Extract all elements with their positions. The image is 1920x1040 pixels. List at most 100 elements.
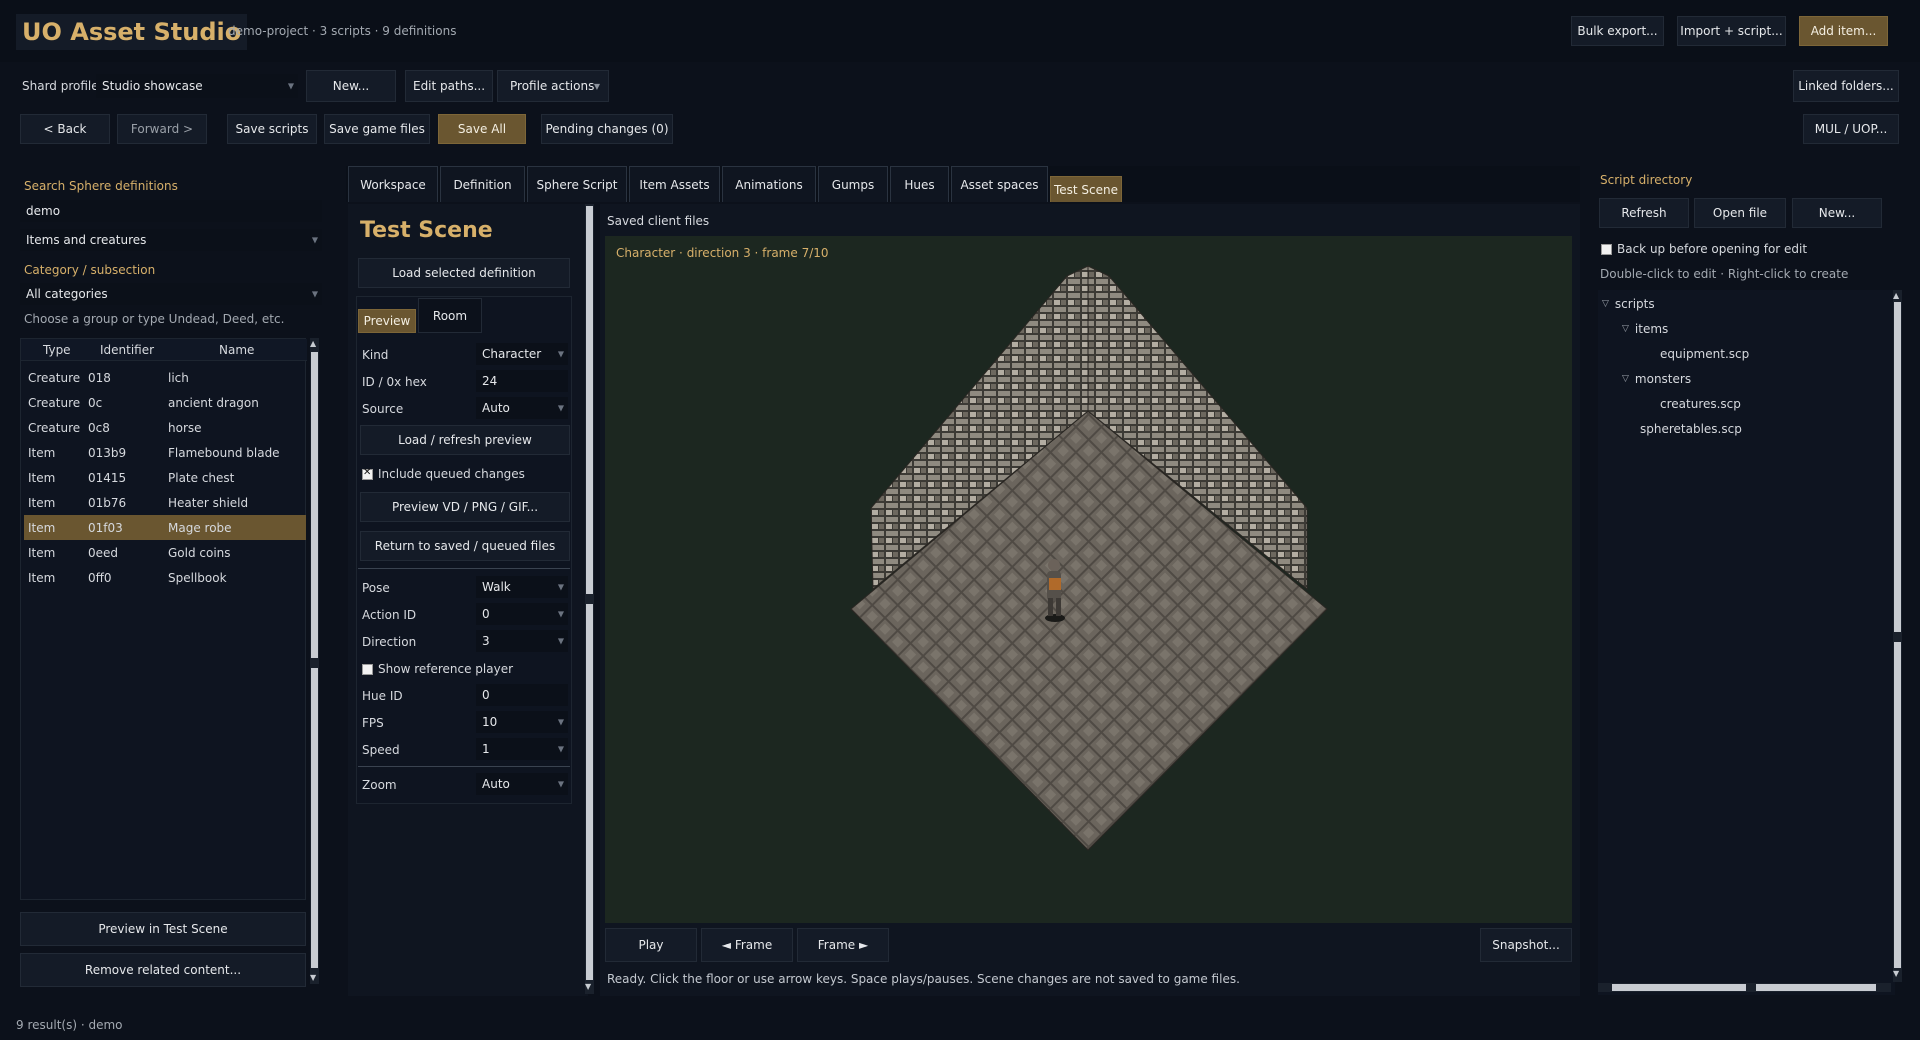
tree-scroll-thumb-lower[interactable] bbox=[1894, 642, 1901, 968]
tree-hscroll-thumb-right[interactable] bbox=[1756, 984, 1876, 991]
bulk-export-button[interactable]: Bulk export... bbox=[1571, 16, 1664, 46]
table-row[interactable]: Creature 0c8 horse bbox=[24, 415, 306, 440]
subtab-preview[interactable]: Preview bbox=[358, 309, 416, 333]
scroll-down-icon[interactable]: ▼ bbox=[1893, 969, 1899, 978]
source-select[interactable]: Auto ▼ bbox=[476, 397, 568, 419]
pose-select[interactable]: Walk ▼ bbox=[476, 576, 568, 598]
new-script-button[interactable]: New... bbox=[1792, 198, 1882, 228]
snapshot-button[interactable]: Snapshot... bbox=[1480, 928, 1572, 962]
tab-hues[interactable]: Hues bbox=[890, 166, 949, 202]
save-game-files-button[interactable]: Save game files bbox=[324, 114, 430, 144]
search-input[interactable]: demo bbox=[20, 200, 322, 222]
scope-select[interactable]: Items and creatures ▼ bbox=[20, 229, 322, 251]
profile-actions-button[interactable]: Profile actions ▼ bbox=[497, 70, 609, 102]
tree-hscroll-thumb[interactable] bbox=[1612, 984, 1746, 991]
hue-id-input[interactable]: 0 bbox=[476, 684, 568, 706]
tab-workspace[interactable]: Workspace bbox=[348, 166, 438, 202]
add-item-button[interactable]: Add item... bbox=[1799, 16, 1888, 46]
table-row[interactable]: Item 01f03 Mage robe bbox=[24, 515, 306, 540]
tree-file[interactable]: creatures.scp bbox=[1660, 397, 1741, 411]
shard-profile-select[interactable]: Studio showcase ▼ bbox=[96, 74, 298, 98]
cell-identifier: 01f03 bbox=[88, 520, 123, 535]
tab-item-assets[interactable]: Item Assets bbox=[629, 166, 720, 202]
table-row[interactable]: Item 01415 Plate chest bbox=[24, 465, 306, 490]
scroll-up-icon[interactable]: ▲ bbox=[1893, 291, 1899, 300]
scroll-down-icon[interactable]: ▼ bbox=[310, 973, 316, 982]
forward-button[interactable]: Forward > bbox=[117, 114, 207, 144]
table-row[interactable]: Item 0eed Gold coins bbox=[24, 540, 306, 565]
pending-changes-button[interactable]: Pending changes (0) bbox=[541, 114, 673, 144]
tree-file[interactable]: spheretables.scp bbox=[1640, 422, 1742, 436]
controls-scroll-thumb-lower[interactable] bbox=[586, 604, 593, 980]
checkbox-checked-icon[interactable] bbox=[362, 467, 373, 480]
zoom-select[interactable]: Auto ▼ bbox=[476, 773, 568, 795]
column-identifier[interactable]: Identifier bbox=[100, 343, 154, 357]
play-button[interactable]: Play bbox=[605, 928, 697, 962]
refresh-button[interactable]: Refresh bbox=[1599, 198, 1689, 228]
tree-folder[interactable]: ▽ items bbox=[1622, 322, 1668, 336]
preview-export-button[interactable]: Preview VD / PNG / GIF... bbox=[360, 492, 570, 522]
speed-stepper[interactable]: 1 ▼ bbox=[476, 738, 568, 760]
remove-related-content-button[interactable]: Remove related content... bbox=[20, 953, 306, 987]
chevron-down-icon[interactable]: ▽ bbox=[1622, 324, 1629, 334]
isometric-room[interactable] bbox=[605, 236, 1572, 923]
checkbox-icon[interactable] bbox=[362, 663, 373, 675]
fps-stepper[interactable]: 10 ▼ bbox=[476, 711, 568, 733]
cell-type: Item bbox=[28, 470, 56, 485]
tab-animations[interactable]: Animations bbox=[722, 166, 816, 202]
tree-folder[interactable]: ▽ monsters bbox=[1622, 372, 1691, 386]
edit-paths-button[interactable]: Edit paths... bbox=[405, 70, 493, 102]
tree-scroll-thumb[interactable] bbox=[1894, 302, 1901, 632]
id-input[interactable]: 24 bbox=[476, 370, 568, 392]
table-row[interactable]: Item 013b9 Flamebound blade bbox=[24, 440, 306, 465]
tab-definition[interactable]: Definition bbox=[440, 166, 525, 202]
controls-scroll-thumb[interactable] bbox=[586, 206, 593, 594]
show-reference-checkbox[interactable]: Show reference player bbox=[362, 662, 513, 676]
load-definition-button[interactable]: Load selected definition bbox=[358, 258, 570, 288]
table-row[interactable]: Item 0ff0 Spellbook bbox=[24, 565, 306, 590]
cell-type: Creature bbox=[28, 420, 81, 435]
table-row[interactable]: Creature 018 lich bbox=[24, 365, 306, 390]
backup-checkbox[interactable]: Back up before opening for edit bbox=[1601, 242, 1807, 256]
chevron-down-icon[interactable]: ▽ bbox=[1602, 299, 1609, 309]
tab-asset-spaces[interactable]: Asset spaces bbox=[951, 166, 1048, 202]
linked-folders-button[interactable]: Linked folders... bbox=[1793, 70, 1899, 102]
open-file-button[interactable]: Open file bbox=[1694, 198, 1786, 228]
mul-uop-button[interactable]: MUL / UOP... bbox=[1803, 114, 1899, 144]
back-button[interactable]: < Back bbox=[20, 114, 110, 144]
table-row[interactable]: Item 01b76 Heater shield bbox=[24, 490, 306, 515]
refresh-preview-button[interactable]: Load / refresh preview bbox=[360, 425, 570, 455]
checkbox-icon[interactable] bbox=[1601, 243, 1612, 255]
action-id-stepper[interactable]: 0 ▼ bbox=[476, 603, 568, 625]
save-scripts-button[interactable]: Save scripts bbox=[227, 114, 317, 144]
column-type[interactable]: Type bbox=[43, 343, 71, 357]
previous-frame-button[interactable]: ◄ Frame bbox=[701, 928, 793, 962]
tab-sphere-script[interactable]: Sphere Script bbox=[527, 166, 627, 202]
preview-in-test-scene-button[interactable]: Preview in Test Scene bbox=[20, 912, 306, 946]
cell-name: Plate chest bbox=[168, 470, 235, 485]
results-scroll-thumb-lower[interactable] bbox=[311, 668, 318, 968]
chevron-down-icon[interactable]: ▽ bbox=[1622, 374, 1629, 384]
category-select[interactable]: All categories ▼ bbox=[20, 283, 322, 305]
direction-stepper[interactable]: 3 ▼ bbox=[476, 630, 568, 652]
scroll-up-icon[interactable]: ▲ bbox=[310, 339, 316, 348]
include-queued-checkbox[interactable]: Include queued changes bbox=[362, 467, 525, 481]
tab-gumps[interactable]: Gumps bbox=[818, 166, 888, 202]
tree-item-label: monsters bbox=[1634, 372, 1692, 386]
speed-value: 1 bbox=[482, 742, 490, 756]
new-profile-button[interactable]: New... bbox=[306, 70, 396, 102]
results-scroll-thumb[interactable] bbox=[311, 352, 318, 658]
tab-test-scene[interactable]: Test Scene bbox=[1050, 176, 1122, 202]
kind-select[interactable]: Character ▼ bbox=[476, 343, 568, 365]
scroll-down-icon[interactable]: ▼ bbox=[585, 982, 591, 991]
save-all-button[interactable]: Save All bbox=[438, 114, 526, 144]
tree-file[interactable]: equipment.scp bbox=[1660, 347, 1749, 361]
import-script-button[interactable]: Import + script... bbox=[1677, 16, 1786, 46]
scene-viewport[interactable]: Character · direction 3 · frame 7/10 bbox=[605, 236, 1572, 923]
return-saved-button[interactable]: Return to saved / queued files bbox=[360, 531, 570, 561]
table-row[interactable]: Creature 0c ancient dragon bbox=[24, 390, 306, 415]
subtab-room[interactable]: Room bbox=[418, 298, 482, 333]
tree-folder[interactable]: ▽ scripts bbox=[1602, 297, 1655, 311]
column-name[interactable]: Name bbox=[219, 343, 254, 357]
next-frame-button[interactable]: Frame ► bbox=[797, 928, 889, 962]
